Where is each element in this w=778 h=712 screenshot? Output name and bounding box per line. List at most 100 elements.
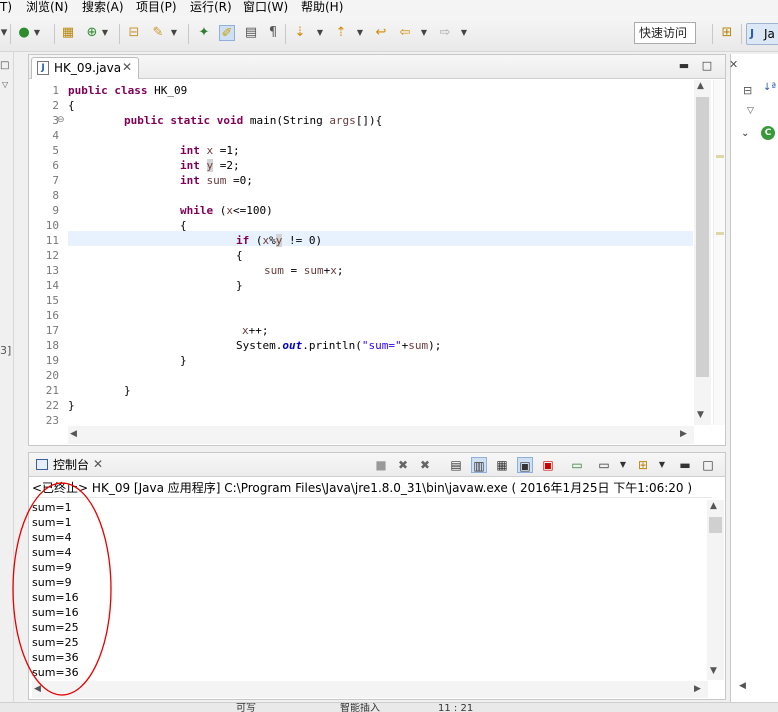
forward-icon[interactable]: ⇨ [437, 25, 453, 41]
occurrence-marker[interactable] [716, 155, 724, 158]
search-dropdown-icon[interactable]: ▼ [170, 25, 178, 41]
code-line-9: while (x<=100) [180, 203, 273, 218]
next-edit-icon[interactable]: ⇣ [292, 25, 308, 41]
new-class-dropdown-icon[interactable]: ▼ [101, 25, 109, 41]
clear-console-icon[interactable]: ▤ [448, 457, 464, 473]
annotation-ellipse-shape [12, 482, 112, 696]
menu-item-help[interactable]: 帮助(H) [301, 0, 343, 14]
open-type-icon[interactable]: ⊟ [126, 25, 142, 41]
quick-access-input[interactable]: 快速访问 [634, 22, 696, 44]
show-whitespace-icon[interactable]: ¶ [265, 25, 281, 41]
code-text: =2; [213, 159, 240, 172]
maximize-icon[interactable]: □ [700, 59, 714, 73]
editor-tab-hk09[interactable]: J HK_09.java ✕ [31, 57, 139, 79]
menu-item-run[interactable]: 运行(R) [190, 0, 232, 14]
restore-view-icon[interactable]: □ [0, 60, 9, 71]
mark-occurrences-icon[interactable]: ✐ [219, 25, 235, 41]
line-number: 18 [45, 339, 59, 352]
close-icon[interactable]: ✕ [93, 457, 103, 472]
scroll-up-icon[interactable]: ▲ [710, 501, 717, 511]
back-dropdown-icon[interactable]: ▼ [420, 25, 428, 41]
forward-dropdown-icon[interactable]: ▼ [460, 25, 468, 41]
sort-icon[interactable]: ↓ª [763, 82, 776, 93]
block-selection-icon[interactable]: ▤ [243, 25, 259, 41]
expand-toggle-icon[interactable]: ⌄ [741, 128, 749, 139]
new-class-icon[interactable]: ⊕ [84, 25, 100, 41]
keyword: int [180, 144, 200, 157]
code-string: "sum=" [361, 339, 402, 352]
line-number: 19 [45, 354, 59, 367]
scroll-lock-icon[interactable]: ▥ [471, 457, 487, 473]
editor-horizontal-scrollbar[interactable]: ◀ ▶ [68, 426, 694, 444]
line-number: 16 [45, 309, 59, 322]
scroll-right-icon[interactable]: ▶ [694, 684, 701, 694]
scroll-down-icon[interactable]: ▼ [710, 666, 717, 676]
debug-dropdown-icon[interactable]: ▼ [33, 25, 41, 41]
collapse-all-icon[interactable]: ⊟ [743, 84, 752, 97]
console-horizontal-scrollbar[interactable]: ◀ ▶ [32, 681, 708, 698]
java-perspective-button[interactable]: J Ja [746, 23, 778, 45]
outline-view: ✕ ⊟ ↓ª ▽ ⌄ C ◀ [729, 54, 778, 702]
search-icon[interactable]: ✎ [150, 25, 166, 41]
previous-edit-dropdown-icon[interactable]: ▼ [356, 25, 364, 41]
code-text: } [68, 399, 75, 412]
debug-icon[interactable]: ● [16, 25, 32, 41]
show-on-stderr-icon[interactable]: ▣ [540, 457, 556, 473]
close-icon[interactable]: ✕ [122, 60, 132, 75]
show-on-stdout-icon[interactable]: ▣ [517, 457, 533, 473]
display-console-dropdown-icon[interactable]: ▼ [615, 457, 631, 473]
occurrence-marker[interactable] [716, 232, 724, 235]
view-menu-icon[interactable]: ▽ [747, 106, 754, 116]
maximize-icon[interactable]: □ [700, 457, 716, 473]
open-console-dropdown-icon[interactable]: ▼ [654, 457, 670, 473]
scroll-left-icon[interactable]: ◀ [70, 429, 77, 439]
class-icon[interactable]: C [761, 126, 775, 140]
editor-scroll-thumb[interactable] [696, 97, 709, 377]
close-icon[interactable]: ✕ [729, 58, 738, 71]
writable-status: 可写 [236, 703, 256, 712]
menu-item-t[interactable]: T) [0, 0, 12, 14]
back-icon[interactable]: ⇦ [397, 25, 413, 41]
next-annotation-icon[interactable]: ✦ [196, 25, 212, 41]
java-perspective-label: Ja [764, 27, 775, 41]
menu-item-window[interactable]: 窗口(W) [243, 0, 288, 14]
new-package-icon[interactable]: ▦ [60, 25, 76, 41]
fold-toggle-icon[interactable]: ⊖ [57, 113, 65, 128]
menu-item-search[interactable]: 搜索(A) [82, 0, 124, 14]
console-scroll-thumb[interactable] [709, 517, 722, 533]
scroll-left-icon[interactable]: ◀ [739, 681, 746, 691]
code-text: []){ [355, 114, 383, 127]
view-menu-icon[interactable]: ▽ [2, 80, 8, 89]
scroll-down-icon[interactable]: ▼ [697, 410, 704, 420]
code-line-18: System.out.println("sum="+sum); [236, 338, 441, 353]
remove-all-terminated-icon[interactable]: ✖ [417, 457, 433, 473]
previous-edit-icon[interactable]: ⇡ [333, 25, 349, 41]
open-perspective-icon[interactable]: ⊞ [719, 25, 735, 41]
code-text: ( [249, 234, 263, 247]
menu-item-navigate[interactable]: 浏览(N) [26, 0, 68, 14]
keyword: int [180, 159, 200, 172]
pin-console-icon[interactable]: ▭ [569, 457, 585, 473]
left-strip-marker: 3] [0, 344, 12, 357]
line-number: 17 [45, 324, 59, 337]
code-text: <=100) [233, 204, 273, 217]
code-text: { [180, 219, 187, 232]
minimize-icon[interactable]: ▬ [677, 59, 691, 73]
word-wrap-icon[interactable]: ▦ [494, 457, 510, 473]
next-edit-dropdown-icon[interactable]: ▼ [316, 25, 324, 41]
console-output[interactable]: sum=1 sum=1 sum=4 sum=4 sum=9 sum=9 sum=… [32, 500, 712, 680]
console-tab[interactable]: 控制台 ✕ [31, 455, 111, 477]
code-text: HK_09 [147, 84, 188, 97]
scroll-up-icon[interactable]: ▲ [697, 81, 704, 91]
last-edit-location-icon[interactable]: ↩ [373, 25, 389, 41]
remove-launch-icon[interactable]: ✖ [395, 457, 411, 473]
scroll-right-icon[interactable]: ▶ [680, 429, 687, 439]
open-console-icon[interactable]: ⊞ [635, 457, 651, 473]
line-number: 1 [52, 84, 59, 97]
console-tab-bar: 控制台 ✕ ■ ✖ ✖ ▤ ▥ ▦ ▣ ▣ ▭ ▭ ▼ ⊞ ▼ ▬ □ [29, 453, 725, 477]
terminate-icon[interactable]: ■ [373, 457, 389, 473]
display-console-icon[interactable]: ▭ [596, 457, 612, 473]
code-text-area[interactable]: public class HK_09 { public static void … [68, 80, 692, 425]
minimize-icon[interactable]: ▬ [677, 457, 693, 473]
menu-item-project[interactable]: 项目(P) [136, 0, 177, 14]
